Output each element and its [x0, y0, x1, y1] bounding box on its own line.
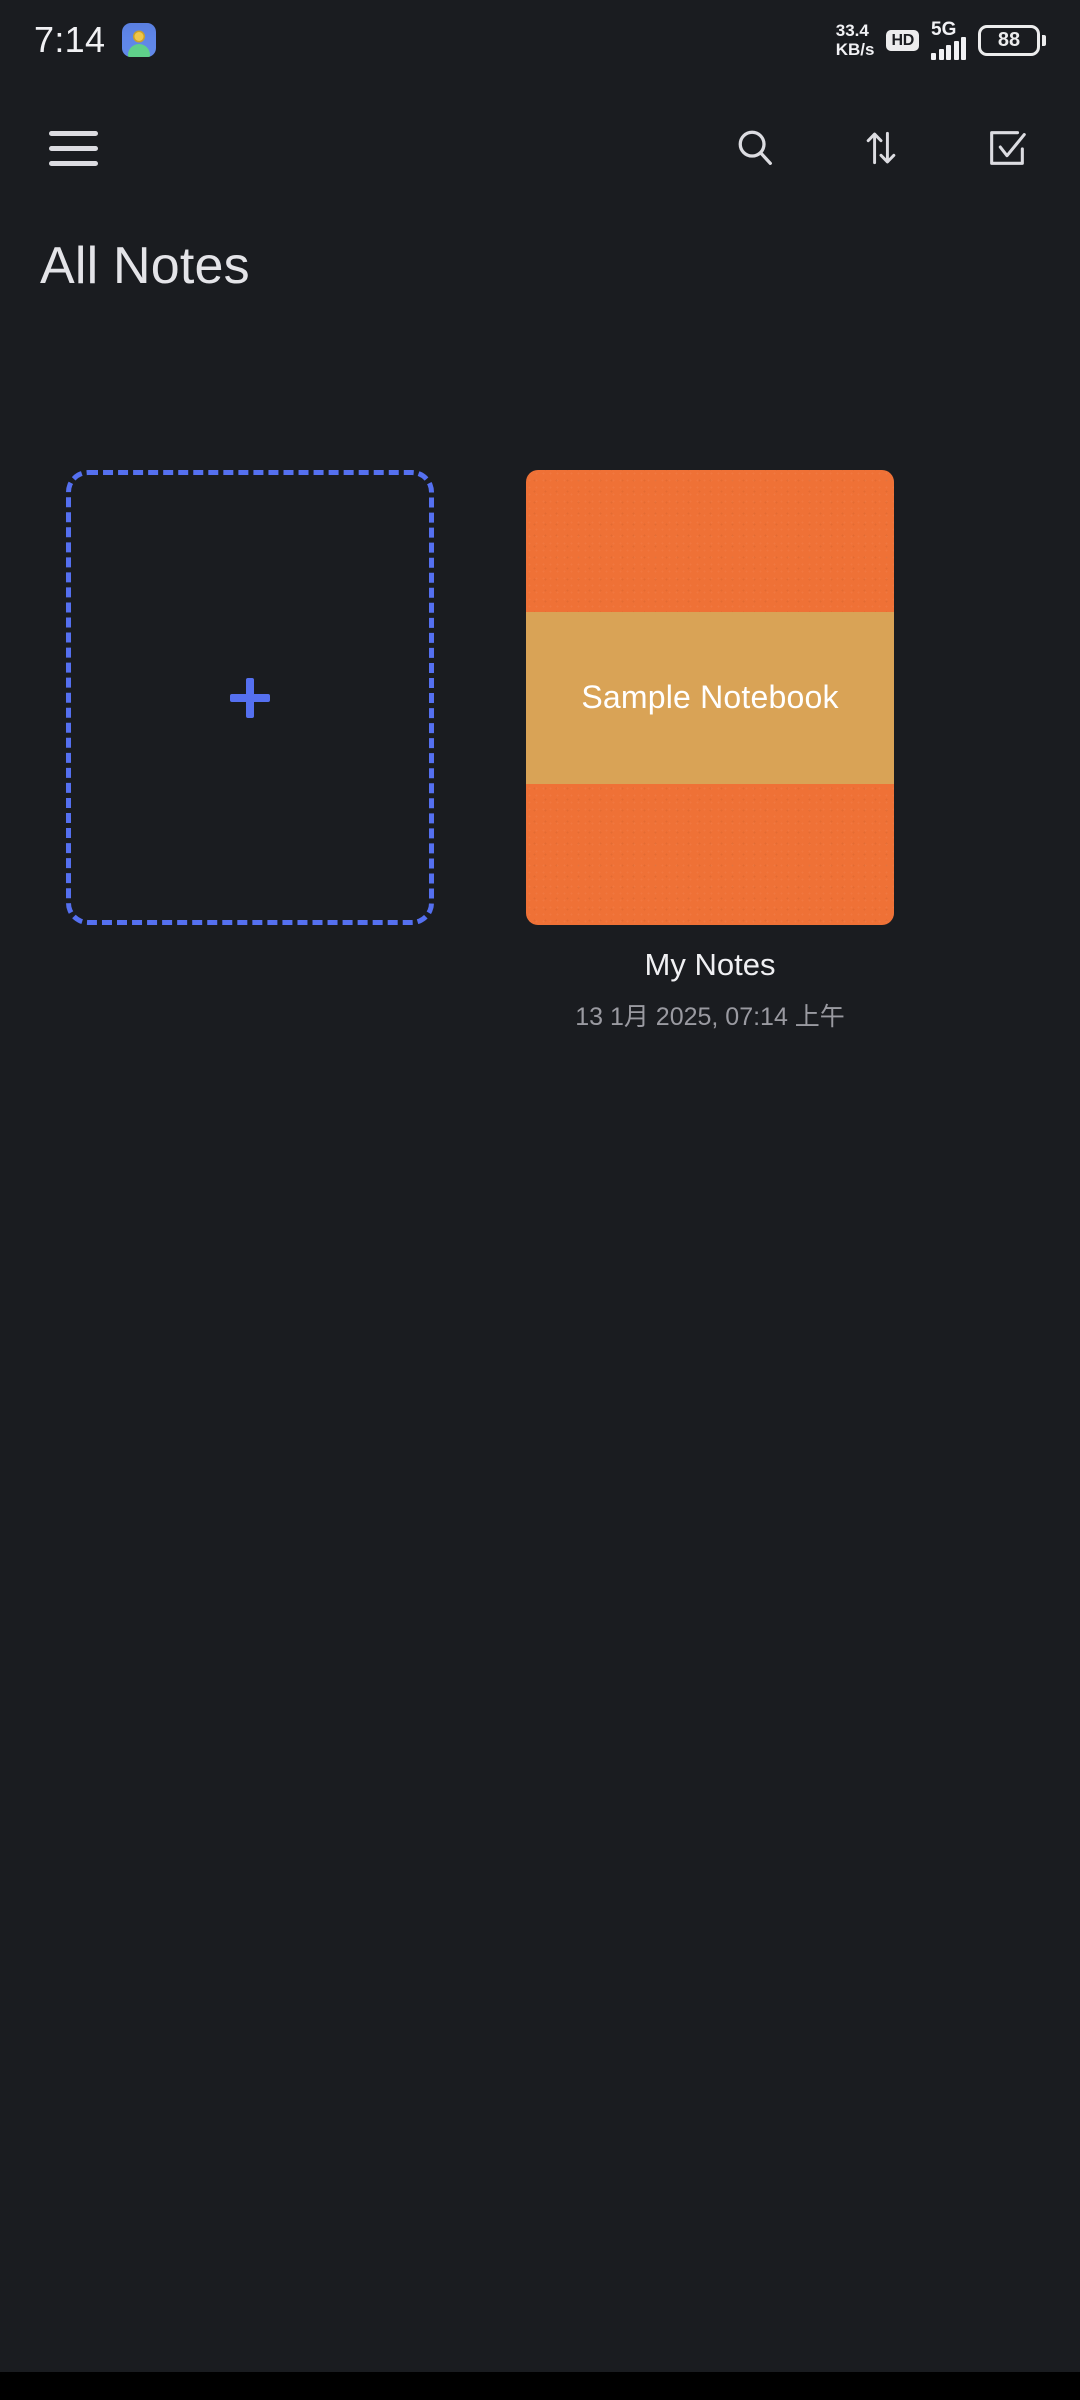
plus-icon	[230, 677, 270, 718]
notebook-cover-band: Sample Notebook	[526, 611, 894, 784]
notebook-cover-title: Sample Notebook	[581, 679, 839, 715]
app-toolbar	[0, 100, 1080, 196]
add-notebook-cell	[66, 470, 434, 1033]
page-title: All Notes	[40, 237, 250, 295]
notebook-date: 13 1月 2025, 07:14 上午	[575, 1003, 845, 1031]
battery-shell: 88	[978, 24, 1040, 56]
network-speed-indicator: 33.4 KB/s	[836, 21, 875, 59]
sort-button[interactable]	[844, 111, 918, 185]
select-all-button[interactable]	[970, 111, 1044, 185]
network-speed-value: 33.4	[835, 21, 869, 40]
signal-bars-icon	[931, 36, 966, 60]
status-clock: 7:14	[34, 19, 106, 60]
checkbox-select-icon	[990, 131, 1026, 165]
android-robot-icon	[128, 44, 151, 57]
hd-badge: HD	[886, 29, 919, 51]
app-screen: 7:14 33.4 KB/s HD 5G 88 All Notes Sample…	[0, 0, 1080, 2400]
search-icon	[738, 130, 772, 165]
notebook-grid: Sample Notebook My Notes 13 1月 2025, 07:…	[0, 470, 1080, 1033]
notebook-name: My Notes	[644, 947, 776, 982]
flower-icon	[134, 32, 144, 41]
toolbar-actions	[718, 111, 1044, 185]
notebook-cover[interactable]: Sample Notebook	[526, 470, 894, 925]
sort-arrows-icon	[866, 131, 896, 165]
status-bar: 7:14 33.4 KB/s HD 5G 88	[0, 0, 1080, 80]
network-speed-unit: KB/s	[835, 40, 875, 59]
battery-level-label: 88	[997, 29, 1021, 51]
status-bar-right: 33.4 KB/s HD 5G 88	[836, 20, 1046, 60]
signal-indicator: 5G	[931, 20, 966, 60]
hamburger-menu-button[interactable]	[36, 111, 110, 185]
hamburger-menu-icon	[48, 130, 98, 166]
system-navigation-bar	[0, 2372, 1080, 2400]
search-button[interactable]	[718, 111, 792, 185]
battery-indicator: 88	[978, 24, 1046, 56]
battery-nub	[1042, 34, 1046, 46]
notebook-item[interactable]: Sample Notebook My Notes 13 1月 2025, 07:…	[526, 470, 894, 1033]
signal-stack: 5G	[931, 20, 966, 60]
android-app-icon	[122, 23, 157, 57]
add-notebook-button[interactable]	[66, 470, 434, 925]
status-bar-left: 7:14	[34, 19, 157, 60]
